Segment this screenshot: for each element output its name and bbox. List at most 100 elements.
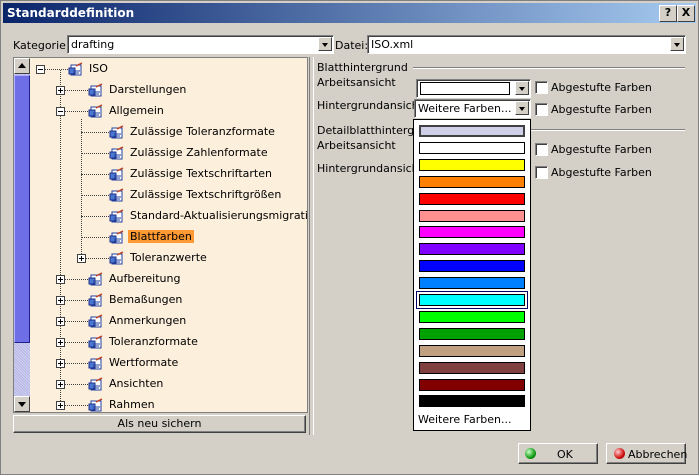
drawing-standard-icon <box>88 293 104 308</box>
color-swatch-option[interactable] <box>419 378 525 391</box>
scroll-down-icon[interactable] <box>14 396 30 412</box>
tree-node-label: Bemaßungen <box>109 293 183 306</box>
tree-node[interactable]: Standard-Aktualisierungsmigration <box>89 208 308 226</box>
graded-colors-checkbox-4[interactable] <box>535 166 548 179</box>
detail-background-view-label: Hintergrundansicht <box>317 162 423 175</box>
tree-node[interactable]: Rahmen <box>68 397 307 412</box>
tree-node[interactable]: Ansichten <box>68 376 307 394</box>
tree-node-label: Blattfarben <box>128 230 194 243</box>
tree-node[interactable]: Darstellungen <box>68 82 307 100</box>
expand-icon[interactable] <box>56 317 65 326</box>
window-title: Standarddefinition <box>7 6 135 20</box>
work-view-color-swatch <box>420 82 510 95</box>
color-swatch-option[interactable] <box>419 226 525 239</box>
tree-line <box>81 174 109 175</box>
tree-node-label: Zulässige Zahlenformate <box>130 146 268 159</box>
category-combo[interactable]: drafting <box>67 35 334 54</box>
collapse-icon[interactable] <box>36 65 45 74</box>
background-view-value: Weitere Farben... <box>418 102 512 115</box>
ok-button[interactable]: OK <box>518 443 598 464</box>
chevron-down-icon[interactable] <box>515 101 529 115</box>
tree-line <box>81 119 82 254</box>
chevron-down-icon[interactable] <box>515 81 529 95</box>
tree-node[interactable]: Bemaßungen <box>68 292 307 310</box>
tree-node-label: Zulässige Textschriftgrößen <box>130 188 282 201</box>
color-swatch-option[interactable] <box>419 344 525 357</box>
tree-node[interactable]: Blattfarben <box>89 229 307 247</box>
drawing-standard-icon <box>109 230 125 245</box>
tree-node-label: Standard-Aktualisierungsmigration <box>130 209 308 222</box>
drawing-standard-icon <box>109 209 125 224</box>
close-button[interactable]: X <box>677 5 695 22</box>
color-swatch-option[interactable] <box>419 125 525 137</box>
category-value: drafting <box>71 38 115 51</box>
detail-work-view-label: Arbeitsansicht <box>317 139 396 152</box>
cancel-icon <box>614 448 625 459</box>
color-swatch-option[interactable] <box>419 277 525 290</box>
color-swatch-option[interactable] <box>419 158 525 171</box>
color-swatch-option[interactable] <box>419 192 525 205</box>
expand-icon[interactable] <box>56 338 65 347</box>
tree-node[interactable]: Anmerkungen <box>68 313 307 331</box>
tree-node[interactable]: Zulässige Zahlenformate <box>89 145 307 163</box>
color-swatch-option[interactable] <box>419 327 525 340</box>
expand-icon[interactable] <box>56 275 65 284</box>
expand-icon[interactable] <box>77 254 86 263</box>
pane-splitter[interactable] <box>309 57 314 435</box>
background-view-color-combo[interactable]: Weitere Farben... <box>414 99 531 118</box>
tree-panel: ISO Darstellungen Allgemein Zulässige Toler… <box>13 57 308 413</box>
tree-node[interactable]: Toleranzwerte <box>89 250 307 268</box>
tree-node-label: Anmerkungen <box>109 314 187 327</box>
tree-node[interactable]: ISO <box>48 61 307 79</box>
color-swatch-option[interactable] <box>419 243 525 256</box>
graded-colors-checkbox-3[interactable] <box>535 143 548 156</box>
title-bar[interactable]: Standarddefinition ? X <box>3 3 696 23</box>
tree-node[interactable]: Aufbereitung <box>68 271 307 289</box>
graded-colors-checkbox-2[interactable] <box>535 103 548 116</box>
work-view-color-combo[interactable] <box>416 79 531 98</box>
background-view-label: Hintergrundansicht <box>317 99 423 112</box>
tree-node[interactable]: Zulässige Textschriftarten <box>89 166 307 184</box>
tree-node-label: Darstellungen <box>109 83 187 96</box>
tree-line <box>81 237 109 238</box>
tree-node[interactable]: Toleranzformate <box>68 334 307 352</box>
expand-icon[interactable] <box>56 401 65 410</box>
color-swatch-option[interactable] <box>419 361 525 374</box>
chevron-down-icon[interactable] <box>318 37 332 51</box>
color-swatch-option[interactable] <box>419 395 525 408</box>
drawing-standard-icon <box>88 377 104 392</box>
cancel-button[interactable]: Abbrechen <box>606 443 687 464</box>
color-swatch-option[interactable] <box>419 294 525 306</box>
tree-node-label: Zulässige Textschriftarten <box>130 167 272 180</box>
expand-icon[interactable] <box>56 359 65 368</box>
file-combo[interactable]: ISO.xml <box>367 35 686 54</box>
drawing-standard-icon <box>68 62 84 77</box>
color-swatch-option[interactable] <box>419 310 525 323</box>
color-swatch-option[interactable] <box>419 209 525 222</box>
expand-icon[interactable] <box>56 86 65 95</box>
tree-line <box>81 216 109 217</box>
color-swatch-option[interactable] <box>419 175 525 188</box>
sheet-background-group-label: Blatthintergrund <box>317 61 408 74</box>
color-swatch-option[interactable] <box>419 260 525 273</box>
expand-icon[interactable] <box>56 296 65 305</box>
expand-icon[interactable] <box>56 380 65 389</box>
save-as-new-button[interactable]: Als neu sichern <box>13 415 306 433</box>
help-button[interactable]: ? <box>659 5 677 22</box>
ok-icon <box>525 448 536 459</box>
graded-colors-checkbox-1[interactable] <box>535 81 548 94</box>
tree-node[interactable]: Allgemein <box>68 103 307 121</box>
collapse-icon[interactable] <box>56 107 65 116</box>
group-divider <box>413 67 685 69</box>
color-dropdown-list[interactable]: Weitere Farben... <box>413 119 531 431</box>
tree-node[interactable]: Zulässige Toleranzformate <box>89 124 307 142</box>
color-swatch-option[interactable] <box>419 141 525 154</box>
scroll-up-icon[interactable] <box>14 58 30 74</box>
scroll-thumb[interactable] <box>14 75 30 343</box>
more-colors-option[interactable]: Weitere Farben... <box>418 413 511 426</box>
tree-scrollbar[interactable] <box>14 58 30 412</box>
tree-node[interactable]: Zulässige Textschriftgrößen <box>89 187 307 205</box>
tree-node[interactable]: Wertformate <box>68 355 307 373</box>
chevron-down-icon[interactable] <box>670 37 684 51</box>
tree-line <box>60 70 61 407</box>
